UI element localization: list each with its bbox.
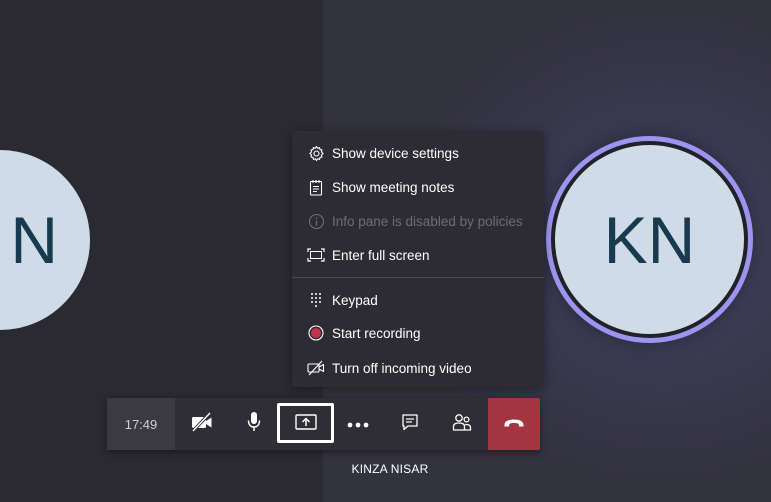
chat-button[interactable] bbox=[385, 398, 435, 450]
menu-item-start-recording[interactable]: Start recording bbox=[292, 316, 544, 350]
camera-off-icon bbox=[190, 411, 214, 437]
call-duration: 17:49 bbox=[107, 398, 175, 450]
keypad-icon bbox=[307, 291, 325, 309]
menu-item-label: Show device settings bbox=[332, 145, 459, 161]
menu-item-info-pane: Info pane is disabled by policies bbox=[292, 204, 544, 238]
chat-icon bbox=[400, 412, 420, 437]
menu-item-full-screen[interactable]: Enter full screen bbox=[292, 238, 544, 272]
participant-name-label: KINZA NISAR bbox=[351, 462, 429, 476]
microphone-button[interactable] bbox=[229, 398, 279, 450]
share-screen-focus-outline bbox=[277, 403, 334, 443]
more-actions-menu: Show device settings Show meeting notes … bbox=[292, 131, 544, 387]
avatar-left-initials: N bbox=[10, 203, 58, 277]
participants-icon bbox=[451, 412, 473, 437]
menu-item-label: Keypad bbox=[332, 292, 378, 308]
menu-item-label: Enter full screen bbox=[332, 247, 430, 263]
menu-item-incoming-video[interactable]: Turn off incoming video bbox=[292, 351, 544, 385]
notes-icon bbox=[307, 178, 325, 196]
menu-item-meeting-notes[interactable]: Show meeting notes bbox=[292, 170, 544, 204]
fullscreen-icon bbox=[307, 246, 325, 264]
menu-item-label: Show meeting notes bbox=[332, 179, 455, 195]
gear-icon bbox=[307, 144, 325, 162]
more-actions-icon bbox=[347, 415, 369, 433]
avatar-right: KN bbox=[555, 145, 744, 334]
menu-item-label: Start recording bbox=[332, 325, 421, 341]
menu-item-keypad[interactable]: Keypad bbox=[292, 283, 544, 317]
menu-item-label: Info pane is disabled by policies bbox=[332, 213, 523, 229]
video-off-icon bbox=[307, 359, 325, 377]
participants-button[interactable] bbox=[436, 398, 488, 450]
camera-toggle-button[interactable] bbox=[176, 398, 228, 450]
record-icon bbox=[307, 324, 325, 342]
meeting-stage: N KN Show device settings Show meeting n… bbox=[0, 0, 771, 502]
menu-divider bbox=[292, 277, 544, 278]
menu-item-label: Turn off incoming video bbox=[332, 360, 472, 376]
hang-up-button[interactable] bbox=[488, 398, 540, 450]
info-icon bbox=[307, 212, 325, 230]
more-actions-button[interactable] bbox=[333, 398, 383, 450]
microphone-icon bbox=[246, 411, 262, 438]
menu-item-device-settings[interactable]: Show device settings bbox=[292, 136, 544, 170]
hang-up-icon bbox=[503, 415, 525, 433]
avatar-right-initials: KN bbox=[603, 202, 696, 277]
